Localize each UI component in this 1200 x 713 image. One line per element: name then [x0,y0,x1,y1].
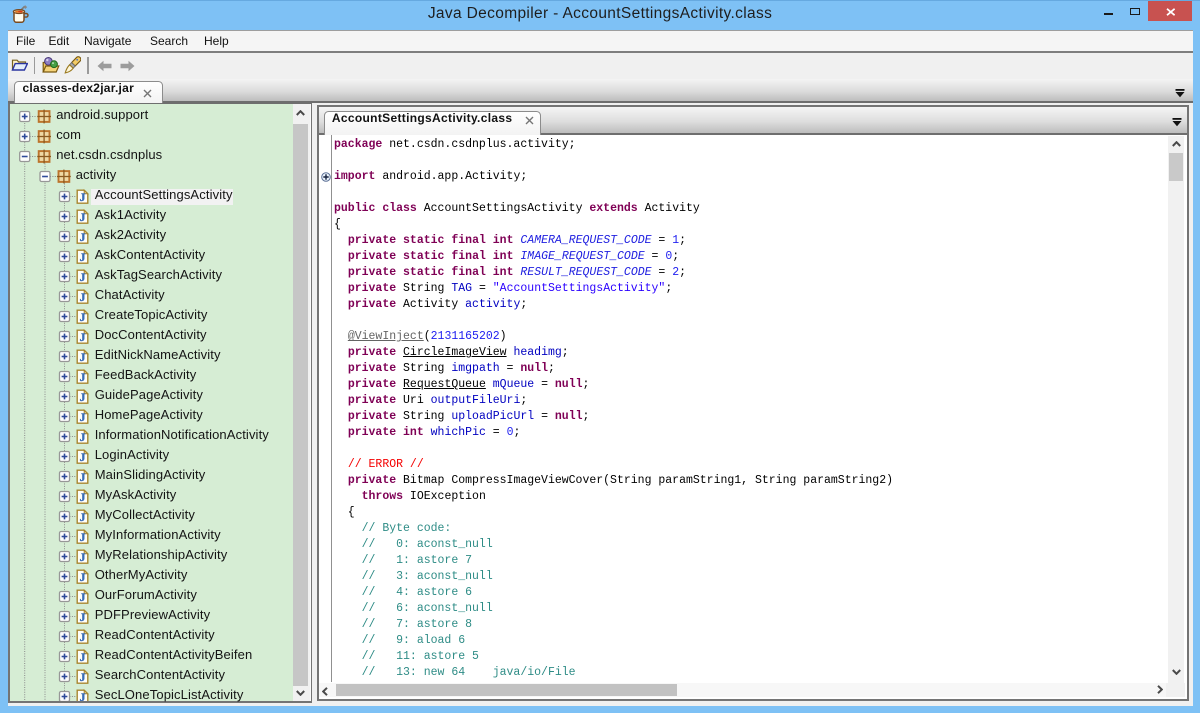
svg-text:J: J [80,692,86,701]
svg-text:J: J [80,212,86,224]
svg-text:J: J [80,552,86,564]
svg-text:J: J [80,232,86,244]
svg-text:J: J [80,332,86,344]
svg-text:J: J [80,292,86,304]
svg-text:J: J [80,372,86,384]
svg-text:J: J [80,472,86,484]
svg-text:J: J [80,392,86,404]
svg-text:J: J [80,272,86,284]
svg-text:J: J [80,572,86,584]
svg-text:J: J [80,252,86,264]
svg-text:J: J [80,512,86,524]
svg-text:J: J [80,492,86,504]
svg-text:J: J [80,612,86,624]
svg-text:J: J [80,592,86,604]
svg-text:J: J [80,452,86,464]
svg-text:J: J [80,412,86,424]
svg-text:J: J [80,632,86,644]
svg-text:J: J [80,312,86,324]
svg-text:J: J [80,652,86,664]
svg-text:J: J [80,352,86,364]
svg-text:J: J [80,532,86,544]
svg-text:J: J [80,432,86,444]
svg-text:J: J [80,672,86,684]
svg-text:J: J [80,192,86,204]
